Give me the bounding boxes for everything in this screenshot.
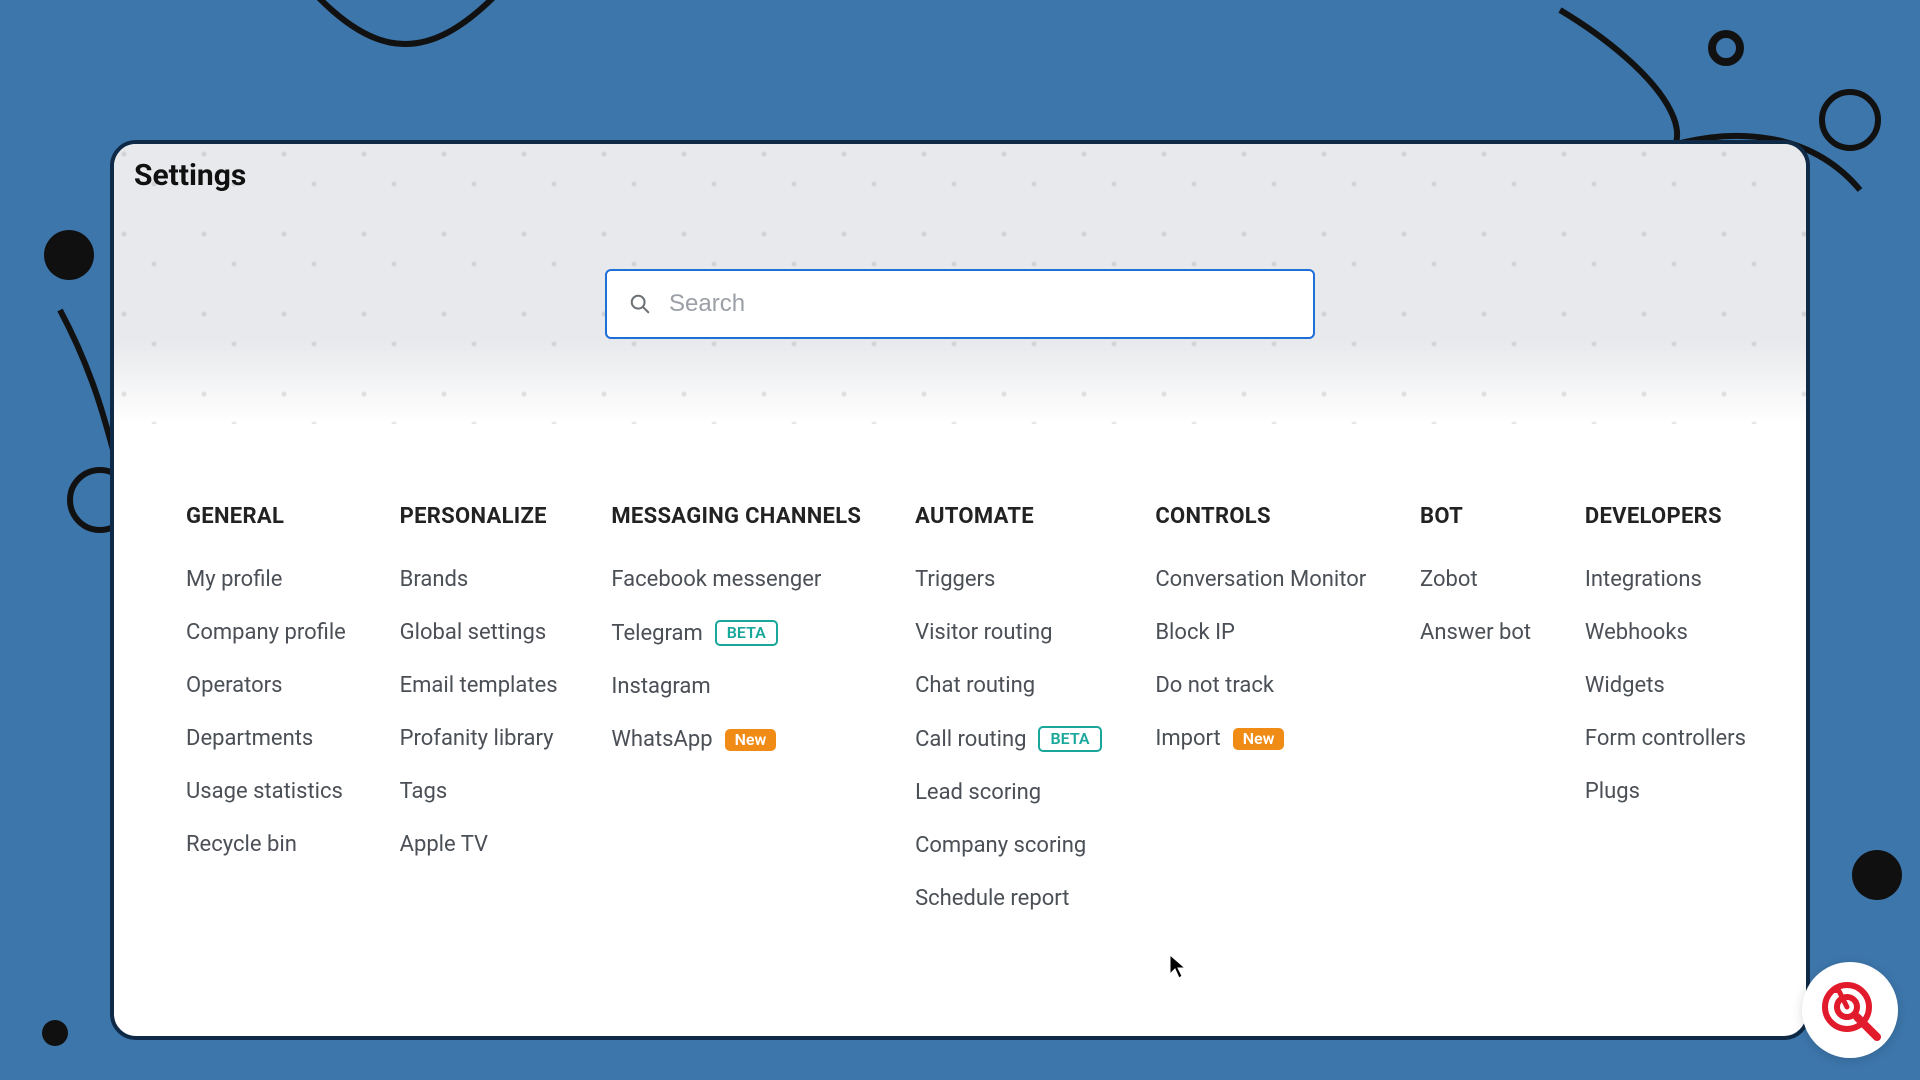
decorative-dot xyxy=(44,230,94,280)
settings-link[interactable]: Brands xyxy=(400,567,558,592)
settings-link-label: Do not track xyxy=(1155,673,1274,698)
new-badge: New xyxy=(1233,728,1285,750)
column-messaging: MESSAGING CHANNELS Facebook messenger Tele… xyxy=(611,504,861,939)
column-controls: CONTROLS Conversation Monitor Block IP Do n… xyxy=(1155,504,1366,939)
settings-link[interactable]: Operators xyxy=(186,673,346,698)
settings-link[interactable]: Recycle bin xyxy=(186,832,346,857)
settings-link[interactable]: Chat routing xyxy=(915,673,1102,698)
settings-link[interactable]: Lead scoring xyxy=(915,780,1102,805)
settings-link-label: Conversation Monitor xyxy=(1155,567,1366,592)
settings-header: Settings xyxy=(114,144,1806,424)
settings-link-label: Plugs xyxy=(1585,779,1640,804)
settings-link-label: Widgets xyxy=(1585,673,1665,698)
settings-link-label: Instagram xyxy=(611,674,710,699)
settings-link[interactable]: Instagram xyxy=(611,674,861,699)
settings-link[interactable]: Conversation Monitor xyxy=(1155,567,1366,592)
decorative-dot xyxy=(1852,850,1902,900)
settings-link[interactable]: Apple TV xyxy=(400,832,558,857)
settings-link[interactable]: Do not track xyxy=(1155,673,1366,698)
target-icon xyxy=(1819,979,1881,1041)
settings-link[interactable]: Company profile xyxy=(186,620,346,645)
column-heading-personalize: PERSONALIZE xyxy=(400,504,558,529)
settings-link[interactable]: Import New xyxy=(1155,726,1366,751)
column-heading-messaging: MESSAGING CHANNELS xyxy=(611,504,861,529)
settings-link[interactable]: Company scoring xyxy=(915,833,1102,858)
settings-link[interactable]: My profile xyxy=(186,567,346,592)
settings-link[interactable]: Integrations xyxy=(1585,567,1746,592)
beta-badge: BETA xyxy=(1038,726,1101,752)
settings-link[interactable]: Email templates xyxy=(400,673,558,698)
settings-link[interactable]: Visitor routing xyxy=(915,620,1102,645)
settings-link[interactable]: Triggers xyxy=(915,567,1102,592)
column-heading-automate: AUTOMATE xyxy=(915,504,1102,529)
settings-link-label: Answer bot xyxy=(1420,620,1531,645)
settings-link[interactable]: Answer bot xyxy=(1420,620,1531,645)
settings-link-label: Webhooks xyxy=(1585,620,1688,645)
settings-link[interactable]: Webhooks xyxy=(1585,620,1746,645)
search-icon xyxy=(629,293,651,315)
settings-link-label: Call routing xyxy=(915,727,1026,752)
cursor-icon xyxy=(1169,954,1187,980)
settings-link-label: Zobot xyxy=(1420,567,1478,592)
settings-link-label: WhatsApp xyxy=(611,727,712,752)
column-heading-developers: DEVELOPERS xyxy=(1585,504,1746,529)
settings-link-label: Schedule report xyxy=(915,886,1069,911)
column-heading-general: GENERAL xyxy=(186,504,346,529)
settings-link-label: Chat routing xyxy=(915,673,1035,698)
new-badge: New xyxy=(725,729,777,751)
settings-link-label: Operators xyxy=(186,673,283,698)
settings-link-label: Recycle bin xyxy=(186,832,297,857)
settings-link[interactable]: Schedule report xyxy=(915,886,1102,911)
settings-link[interactable]: Usage statistics xyxy=(186,779,346,804)
column-developers: DEVELOPERS Integrations Webhooks Widgets For… xyxy=(1585,504,1746,939)
settings-link-label: Integrations xyxy=(1585,567,1702,592)
column-personalize: PERSONALIZE Brands Global settings Email te… xyxy=(400,504,558,939)
column-automate: AUTOMATE Triggers Visitor routing Chat rout… xyxy=(915,504,1102,939)
settings-link-label: Import xyxy=(1155,726,1220,751)
settings-link-label: Tags xyxy=(400,779,448,804)
settings-link-label: Company scoring xyxy=(915,833,1086,858)
column-general: GENERAL My profile Company profile Operator… xyxy=(186,504,346,939)
beta-badge: BETA xyxy=(715,620,778,646)
settings-link-label: Visitor routing xyxy=(915,620,1052,645)
settings-link-label: Triggers xyxy=(915,567,995,592)
column-heading-bot: BOT xyxy=(1420,504,1531,529)
search-input[interactable] xyxy=(669,290,1291,318)
search-box[interactable] xyxy=(605,269,1315,339)
settings-link-label: Telegram xyxy=(611,621,702,646)
settings-link[interactable]: Zobot xyxy=(1420,567,1531,592)
settings-link[interactable]: Tags xyxy=(400,779,558,804)
settings-link[interactable]: WhatsApp New xyxy=(611,727,861,752)
settings-columns: GENERAL My profile Company profile Operator… xyxy=(186,504,1746,939)
settings-link-label: Usage statistics xyxy=(186,779,343,804)
settings-link[interactable]: Block IP xyxy=(1155,620,1366,645)
column-bot: BOT Zobot Answer bot xyxy=(1420,504,1531,939)
column-heading-controls: CONTROLS xyxy=(1155,504,1366,529)
settings-link-label: Brands xyxy=(400,567,469,592)
settings-link-label: Global settings xyxy=(400,620,547,645)
page-title: Settings xyxy=(134,158,246,193)
settings-link-label: Profanity library xyxy=(400,726,554,751)
settings-link-label: Facebook messenger xyxy=(611,567,821,592)
settings-link[interactable]: Profanity library xyxy=(400,726,558,751)
settings-link[interactable]: Form controllers xyxy=(1585,726,1746,751)
settings-card: Settings GENERAL My profile Company profil… xyxy=(110,140,1810,1040)
settings-link-label: Email templates xyxy=(400,673,558,698)
settings-link-label: Form controllers xyxy=(1585,726,1746,751)
settings-link[interactable]: Telegram BETA xyxy=(611,620,861,646)
settings-link-label: Company profile xyxy=(186,620,346,645)
settings-link[interactable]: Facebook messenger xyxy=(611,567,861,592)
settings-link-label: Departments xyxy=(186,726,313,751)
settings-link[interactable]: Widgets xyxy=(1585,673,1746,698)
settings-link[interactable]: Call routing BETA xyxy=(915,726,1102,752)
settings-link[interactable]: Departments xyxy=(186,726,346,751)
settings-link-label: Apple TV xyxy=(400,832,488,857)
decorative-dot xyxy=(42,1020,68,1046)
settings-link-label: Lead scoring xyxy=(915,780,1041,805)
settings-link-label: Block IP xyxy=(1155,620,1235,645)
settings-link[interactable]: Plugs xyxy=(1585,779,1746,804)
settings-link[interactable]: Global settings xyxy=(400,620,558,645)
brand-badge xyxy=(1802,962,1898,1058)
settings-link-label: My profile xyxy=(186,567,282,592)
